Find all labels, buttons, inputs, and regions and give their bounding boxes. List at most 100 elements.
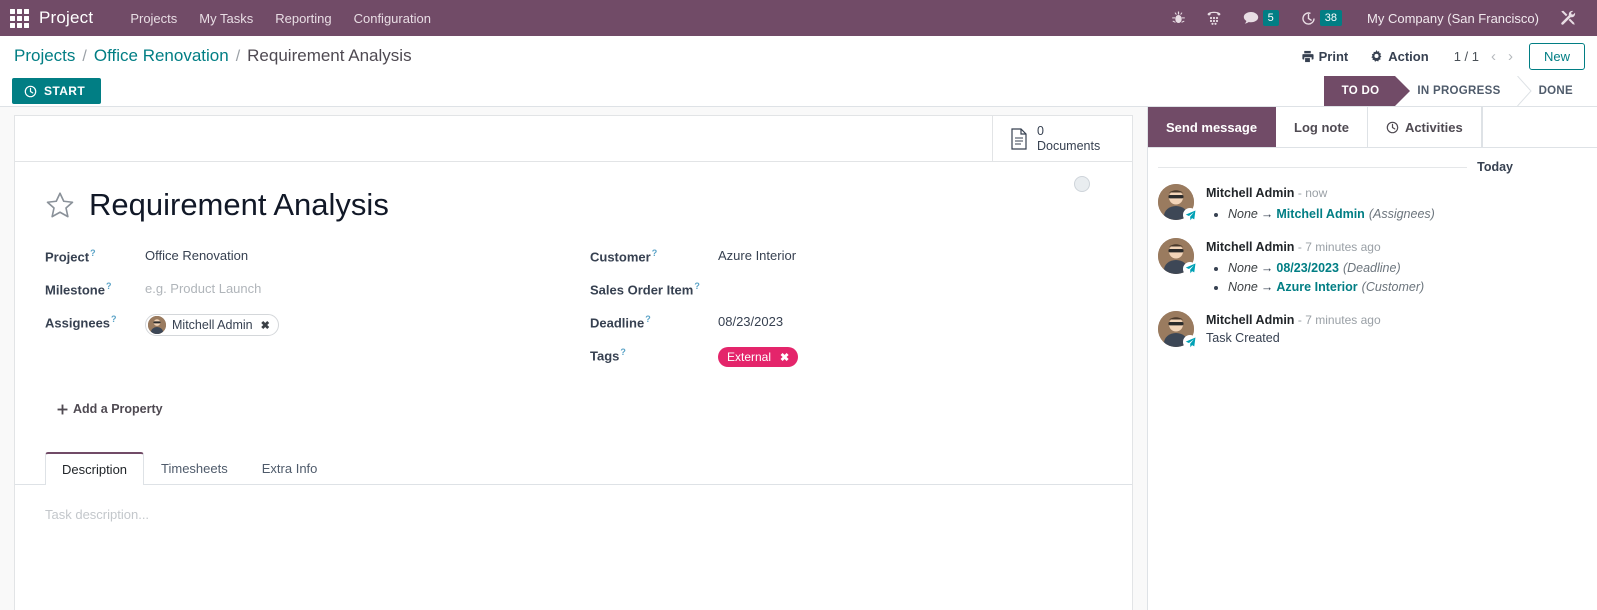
send-plane-icon	[1183, 335, 1197, 350]
send-plane-icon	[1183, 208, 1197, 222]
help-marker-icon[interactable]: ?	[694, 281, 700, 291]
day-separator-label: Today	[1477, 160, 1513, 174]
odoo-project-task-view: Project Projects My Tasks Reporting Conf…	[0, 0, 1597, 610]
kanban-state-circle[interactable]	[1074, 176, 1090, 192]
help-marker-icon[interactable]: ?	[90, 248, 96, 258]
activities-count-badge: 38	[1319, 10, 1343, 26]
dialpad-icon[interactable]	[1196, 11, 1232, 25]
bug-icon[interactable]	[1161, 11, 1196, 25]
tag-external[interactable]: External ✖	[718, 347, 799, 368]
help-marker-icon[interactable]: ?	[652, 248, 658, 258]
field-customer: Customer? Azure Interior	[590, 242, 1102, 275]
menu-configuration[interactable]: Configuration	[343, 5, 442, 32]
field-project-value[interactable]: Office Renovation	[145, 242, 248, 263]
chatter-message-header: Mitchell Admin - now	[1206, 185, 1581, 202]
assignee-tag[interactable]: Mitchell Admin ✖	[145, 314, 279, 337]
avatar	[148, 316, 166, 335]
button-box-row: 0 Documents	[15, 116, 1132, 162]
send-message-button[interactable]: Send message	[1148, 107, 1277, 147]
field-customer-value[interactable]: Azure Interior	[718, 242, 796, 263]
day-separator-line	[1158, 166, 1468, 168]
chatter-message-body: Mitchell Admin - now None→Mitchell Admin…	[1206, 184, 1581, 224]
remove-tag-icon[interactable]: ✖	[780, 351, 789, 364]
tracking-value-row: None→Mitchell Admin(Assignees)	[1228, 205, 1581, 224]
tools-wrench-icon[interactable]	[1549, 10, 1587, 26]
breadcrumb-item-current: Requirement Analysis	[247, 46, 412, 65]
chatter-topbar: Send message Log note Activities	[1148, 107, 1597, 148]
page-title: Requirement Analysis	[89, 187, 389, 222]
add-a-property-button[interactable]: Add a Property	[57, 402, 163, 416]
help-marker-icon[interactable]: ?	[620, 347, 626, 357]
control-panel-actions: Print Action 1 / 1 ‹ › New	[1290, 42, 1585, 70]
status-bar: TO DO IN PROGRESS DONE	[1323, 76, 1597, 106]
stage-to-do[interactable]: TO DO	[1323, 76, 1411, 106]
field-milestone-input[interactable]: e.g. Product Launch	[145, 275, 261, 296]
chatter-topbar-filler	[1481, 107, 1597, 147]
menu-reporting[interactable]: Reporting	[264, 5, 342, 32]
field-project-label: Project?	[45, 248, 96, 265]
description-editor[interactable]: Task description...	[15, 485, 1132, 595]
tab-description[interactable]: Description	[45, 451, 145, 485]
tab-timesheets[interactable]: Timesheets	[144, 452, 245, 485]
messages-count-badge: 5	[1262, 10, 1279, 26]
documents-smart-button[interactable]: 0 Documents	[992, 116, 1132, 161]
tracking-value-list: None→Mitchell Admin(Assignees)	[1206, 205, 1581, 224]
stage-chevron-icon	[1516, 76, 1532, 106]
app-brand-project[interactable]: Project	[39, 8, 93, 28]
document-icon	[1009, 127, 1029, 150]
control-panel-top: Projects / Office Renovation / Requireme…	[0, 36, 1597, 76]
field-deadline-value[interactable]: 08/23/2023	[718, 308, 783, 329]
day-separator: Today	[1158, 160, 1581, 174]
print-button[interactable]: Print	[1290, 44, 1360, 69]
messages-counter[interactable]: 5	[1232, 10, 1290, 26]
avatar-wrapper	[1158, 184, 1197, 222]
tracking-new-value: 08/23/2023	[1276, 260, 1339, 275]
pager-previous-icon[interactable]: ‹	[1485, 46, 1502, 67]
action-button[interactable]: Action	[1359, 44, 1439, 69]
log-note-button[interactable]: Log note	[1276, 107, 1368, 147]
body-wrapper: 0 Documents Requirement Analysis Project…	[0, 107, 1597, 610]
breadcrumb-item-office-renovation[interactable]: Office Renovation	[94, 46, 229, 66]
tab-extra-info[interactable]: Extra Info	[245, 452, 335, 485]
field-project: Project? Office Renovation	[45, 242, 590, 275]
breadcrumb: Projects / Office Renovation / Requireme…	[14, 46, 412, 66]
message-author[interactable]: Mitchell Admin	[1206, 186, 1294, 200]
form-sheet: 0 Documents Requirement Analysis Project…	[14, 115, 1133, 610]
message-timestamp: - 7 minutes ago	[1297, 313, 1381, 328]
activities-button[interactable]: Activities	[1368, 107, 1482, 147]
tracking-old-value: None	[1228, 260, 1258, 275]
arrow-icon: →	[1260, 279, 1274, 294]
avatar-wrapper	[1158, 311, 1197, 350]
right-field-column: Customer? Azure Interior Sales Order Ite…	[590, 242, 1102, 374]
tag-label: External	[727, 350, 772, 365]
control-panel-bottom: START TO DO IN PROGRESS DONE	[0, 76, 1597, 106]
stage-in-progress[interactable]: IN PROGRESS	[1395, 76, 1532, 106]
remove-tag-icon[interactable]: ✖	[261, 319, 270, 332]
chatter-message-list[interactable]: Today Mitchell Admin - now • None → Mitc…	[1148, 148, 1597, 610]
field-milestone: Milestone? e.g. Product Launch	[45, 275, 590, 308]
star-outline-icon[interactable]	[45, 190, 75, 220]
add-a-property-label: Add a Property	[73, 402, 163, 417]
message-author[interactable]: Mitchell Admin	[1206, 240, 1294, 254]
new-button[interactable]: New	[1528, 42, 1585, 70]
chatter-message-body: Mitchell Admin - 7 minutes ago Task Crea…	[1206, 311, 1581, 347]
help-marker-icon[interactable]: ?	[106, 281, 112, 291]
fields-grid: Project? Office Renovation Milestone? e.…	[45, 242, 1102, 374]
breadcrumb-item-projects[interactable]: Projects	[14, 46, 75, 66]
start-button[interactable]: START	[12, 78, 102, 104]
start-label: START	[44, 84, 86, 98]
pager-next-icon[interactable]: ›	[1502, 46, 1519, 67]
message-author[interactable]: Mitchell Admin	[1206, 313, 1294, 327]
company-switcher[interactable]: My Company (San Francisco)	[1353, 11, 1549, 26]
notebook: Description Timesheets Extra Info Task d…	[15, 451, 1132, 595]
help-marker-icon[interactable]: ?	[111, 314, 117, 324]
activities-counter[interactable]: 38	[1290, 10, 1353, 26]
menu-my-tasks[interactable]: My Tasks	[188, 5, 264, 32]
help-marker-icon[interactable]: ?	[645, 314, 651, 324]
menu-projects[interactable]: Projects	[119, 5, 188, 32]
field-deadline: Deadline? 08/23/2023	[590, 308, 1102, 341]
apps-grid-icon[interactable]	[10, 8, 29, 28]
tracking-old-value: None	[1228, 279, 1258, 294]
breadcrumb-separator: /	[82, 48, 87, 65]
field-milestone-label: Milestone?	[45, 281, 112, 298]
